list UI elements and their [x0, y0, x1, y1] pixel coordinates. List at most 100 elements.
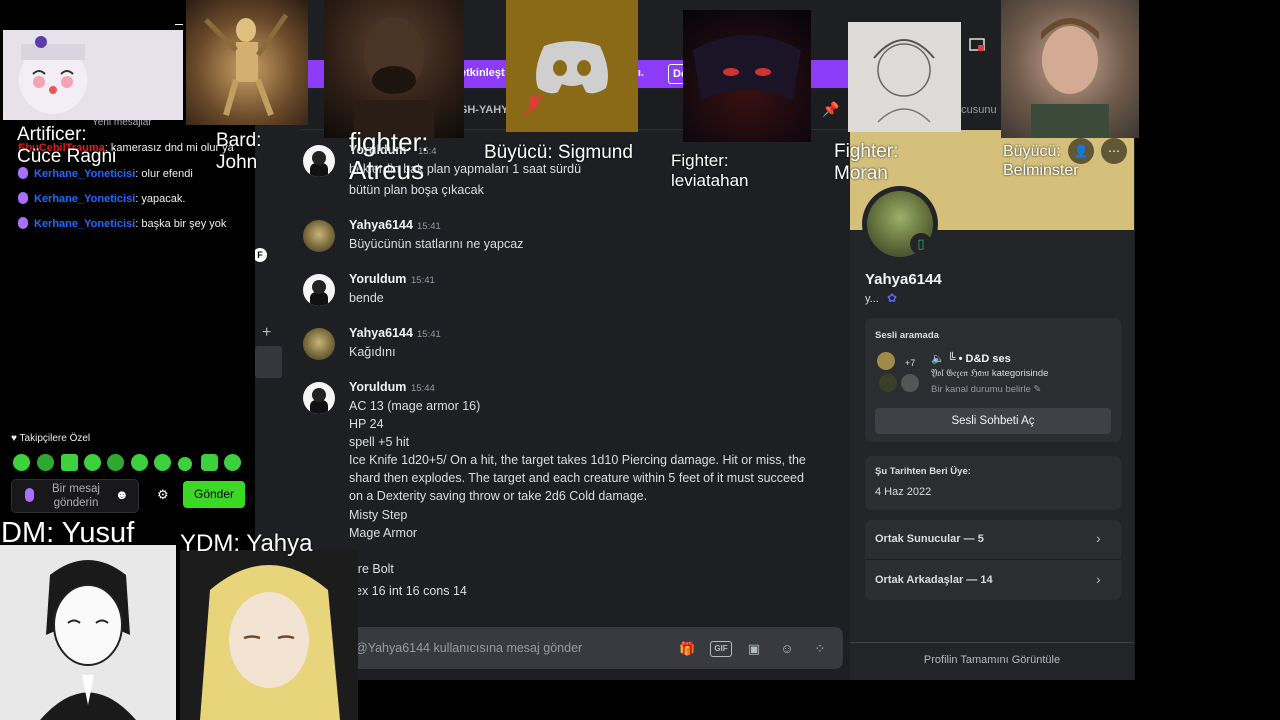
member-since-date: 4 Haz 2022 — [875, 486, 932, 498]
voice-channel-name: 🔈 ╚ • D&D ses — [931, 353, 1011, 365]
emote-icon[interactable] — [201, 454, 218, 471]
player-label-buyucu-belminster: Büyücü: Belminster — [1003, 143, 1079, 179]
chat-input-placeholder[interactable]: Bir mesaj gönderin — [52, 482, 100, 510]
message-username[interactable]: Yoruldum — [349, 272, 406, 286]
pin-icon[interactable]: 📌 — [822, 101, 839, 118]
avatar[interactable] — [303, 328, 335, 360]
chat-username[interactable]: Kerhane_Yoneticisi — [34, 193, 135, 205]
emote-icon[interactable] — [84, 454, 101, 471]
sticker-icon[interactable]: ▣ — [746, 641, 762, 657]
message-time: 15:41 — [417, 221, 441, 232]
search-input[interactable]: ucusunu — [955, 104, 997, 116]
message-time: 15:41 — [417, 329, 441, 340]
message-username[interactable]: Yahya6144 — [349, 218, 413, 232]
message-line: Büyücünün statlarını ne yapcaz — [349, 237, 524, 251]
profile-name: Yahya6144 — [865, 271, 942, 288]
followers-only-label: ♥ Takipçilere Özel — [11, 433, 91, 444]
notice-banner-right — [812, 60, 848, 88]
chat-text: : olur efendi — [135, 168, 193, 180]
message-line: Misty Step — [349, 508, 408, 522]
mutual-friends-row[interactable]: Ortak Arkadaşlar — 14 — [875, 574, 993, 586]
emoji-icon[interactable]: ☻ — [115, 487, 129, 502]
mutual-servers-row[interactable]: Ortak Sunucular — 5 — [875, 533, 984, 545]
emoji-icon[interactable]: ☺ — [779, 641, 795, 657]
message-username[interactable]: Yoruldum — [349, 380, 406, 394]
emote-icon[interactable] — [178, 457, 192, 471]
friends-icon[interactable]: F — [253, 248, 267, 262]
chat-text: : başka bir şey yok — [135, 218, 227, 230]
emote-icon[interactable] — [61, 454, 78, 471]
voice-status-link[interactable]: Bir kanal durumu belirle ✎ — [931, 384, 1041, 395]
avatar — [879, 374, 897, 392]
avatar[interactable] — [303, 220, 335, 252]
emote-icon[interactable] — [13, 454, 30, 471]
webcam-fighter-moran — [848, 22, 961, 132]
message-input-placeholder[interactable]: @Yahya6144 kullanıcısına mesaj gönder — [355, 641, 582, 655]
webcam-fighter-leviatahan — [683, 10, 811, 142]
avatar — [877, 352, 895, 370]
chat-username[interactable]: Kerhane_Yoneticisi — [34, 218, 135, 230]
webcam-artificer — [3, 30, 183, 120]
message-time: 15:41 — [411, 275, 435, 286]
message-line: bende — [349, 291, 384, 305]
chat-line: Kerhane_Yoneticisi: olur efendi — [18, 167, 193, 180]
chat-text: : yapacak. — [135, 193, 186, 205]
emote-icon[interactable] — [37, 454, 54, 471]
mic-icon — [18, 217, 28, 229]
message-line: shard then explodes. The target and each… — [349, 471, 804, 485]
avatar[interactable] — [303, 274, 335, 306]
player-label-artificer: Artificer: Cüce Ragni — [17, 124, 117, 167]
avatar — [901, 374, 919, 392]
open-voice-chat-button[interactable]: Sesli Sohbeti Aç — [875, 408, 1111, 434]
avatar[interactable] — [303, 145, 335, 177]
gift-icon[interactable]: 🎁 — [679, 641, 695, 657]
badge-icon: ✿ — [887, 291, 898, 305]
message-line: bütün plan boşa çıkacak — [349, 183, 484, 197]
gif-icon[interactable]: GIF — [710, 641, 732, 657]
divider — [865, 559, 1121, 560]
message-line: AC 13 (mage armor 16) — [349, 399, 481, 413]
sketch-image — [873, 39, 935, 123]
mic-icon — [18, 167, 28, 179]
webcam-buyucu-sigmund — [506, 0, 638, 132]
send-button[interactable]: Gönder — [183, 481, 245, 508]
channel-name: SH-YAHY — [460, 104, 509, 116]
portrait-image — [1031, 18, 1109, 138]
view-full-profile-link[interactable]: Profilin Tamamını Görüntüle — [850, 654, 1134, 666]
profile-subtitle: y... — [865, 293, 879, 305]
chat-line: Kerhane_Yoneticisi: yapacak. — [18, 192, 185, 205]
webcam-buyucu-belminster — [1001, 0, 1139, 138]
message-line: spell +5 hit — [349, 435, 410, 449]
player-label-ydm: YDM: Yahya — [180, 530, 313, 557]
emote-icon[interactable] — [131, 454, 148, 471]
divider — [850, 642, 1134, 643]
apps-icon[interactable]: ⁘ — [812, 641, 828, 657]
sidebar-item-selected[interactable] — [255, 346, 282, 378]
anime-avatar-image — [19, 36, 87, 114]
chevron-right-icon: › — [1096, 571, 1101, 587]
anime-avatar-image — [180, 550, 358, 720]
chat-text: : kamerasız dnd mi olur ya — [104, 142, 234, 154]
webcam-ydm — [180, 550, 358, 720]
figure-image — [204, 13, 289, 117]
player-label-fighter-moran: Fighter: Moran — [834, 141, 899, 184]
chevron-right-icon: › — [1096, 530, 1101, 546]
screen-share-icon[interactable] — [969, 38, 987, 54]
chat-username[interactable]: Kerhane_Yoneticisi — [34, 168, 135, 180]
emote-icon[interactable] — [224, 454, 241, 471]
gear-icon[interactable]: ⚙ — [157, 487, 169, 503]
emote-icon[interactable] — [107, 454, 124, 471]
add-dm-button[interactable]: + — [262, 324, 271, 342]
avatar[interactable] — [303, 382, 335, 414]
voice-count: +7 — [905, 358, 916, 368]
banner-text-left: etkinleşt — [460, 67, 505, 79]
message-line: HP 24 — [349, 417, 384, 431]
discord-logo-icon — [536, 41, 608, 94]
message-username[interactable]: Yahya6144 — [349, 326, 413, 340]
player-label-buyucu-sigmund: Büyücü: Sigmund — [484, 142, 633, 163]
emote-icon[interactable] — [154, 454, 171, 471]
message-line: on a Dexterity saving throw or take 2d6 … — [349, 489, 648, 503]
message-line: Ice Knife 1d20+5/ On a hit, the target t… — [349, 453, 806, 467]
more-options-icon[interactable]: ⋯ — [1101, 138, 1127, 164]
message-line: ire Bolt — [355, 562, 394, 576]
